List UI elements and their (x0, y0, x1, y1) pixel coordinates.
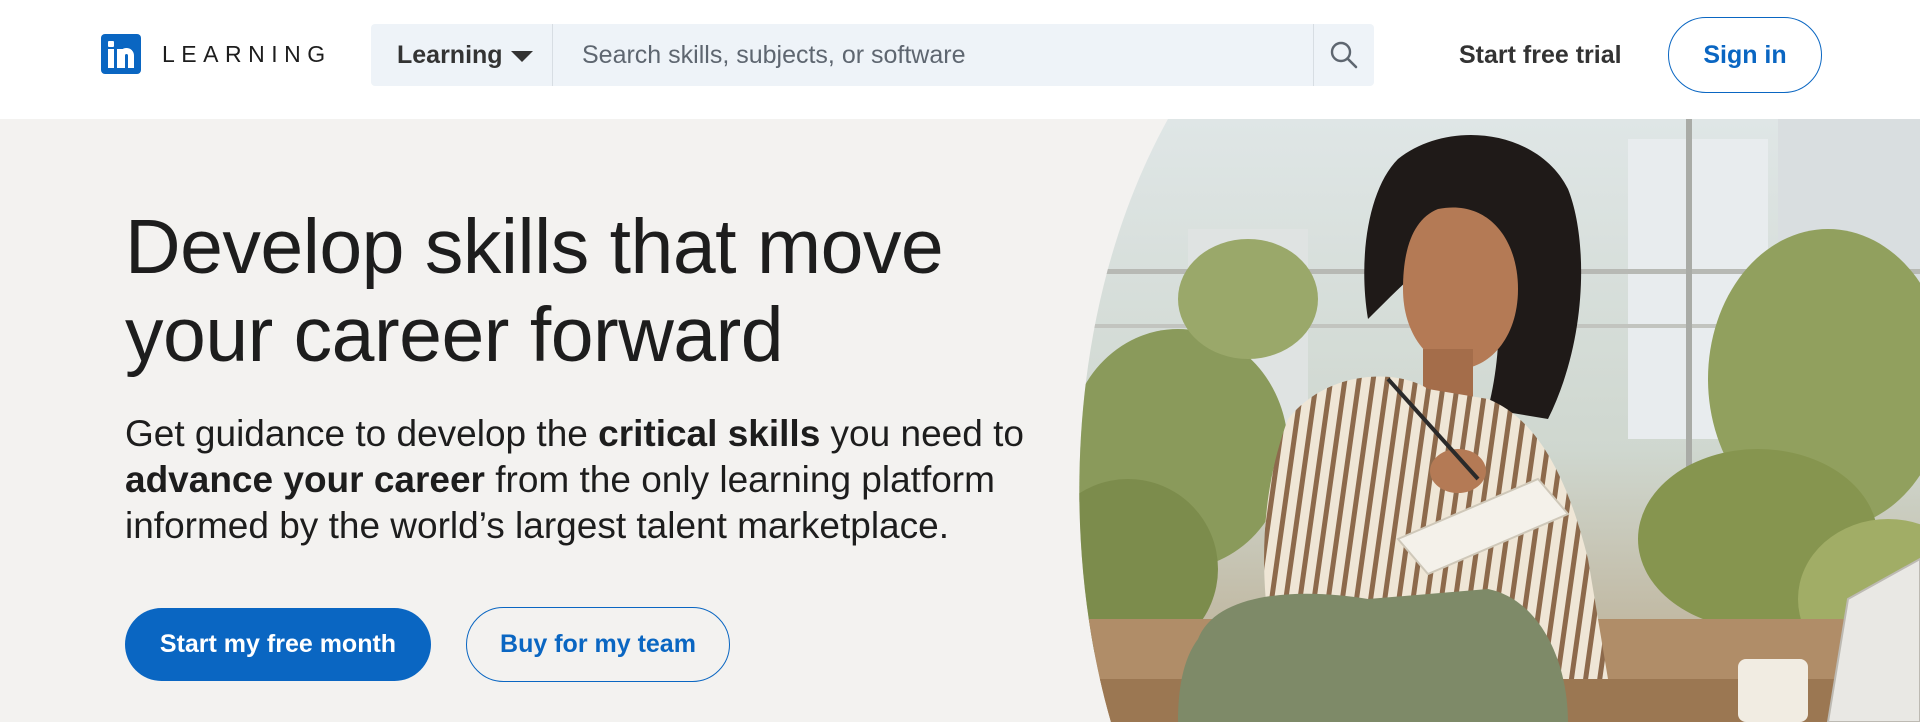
subtitle-emphasis: advance your career (125, 459, 485, 500)
buy-for-team-button[interactable]: Buy for my team (466, 607, 730, 682)
search-bar: Learning (371, 24, 1374, 86)
hero-title-line-2: your career forward (125, 292, 784, 378)
sign-in-button[interactable]: Sign in (1668, 17, 1822, 93)
caret-down-icon (510, 50, 533, 62)
linkedin-learning-logo[interactable]: LEARNING (101, 34, 332, 74)
hero-title-line-1: Develop skills that move (125, 204, 944, 290)
hero-section: Develop skills that move your career for… (0, 119, 1920, 722)
hero-title: Develop skills that move your career for… (125, 203, 1025, 379)
search-input[interactable] (553, 24, 1313, 86)
search-button[interactable] (1313, 24, 1374, 86)
hero-photo (1079, 119, 1920, 722)
start-free-trial-link[interactable]: Start free trial (1459, 39, 1622, 71)
site-header: LEARNING Learning Start free trial Sign … (0, 0, 1920, 119)
start-free-month-button[interactable]: Start my free month (125, 608, 431, 681)
search-icon (1330, 41, 1358, 69)
subtitle-text: Get guidance to develop the (125, 413, 599, 454)
hero-subtitle: Get guidance to develop the critical ski… (125, 411, 1025, 549)
subtitle-text: from the only learning platform (484, 459, 995, 500)
subtitle-text: informed by the world’s largest talent m… (125, 505, 949, 546)
linkedin-in-icon (101, 34, 141, 74)
logo-text: LEARNING (162, 40, 332, 67)
search-category-dropdown[interactable]: Learning (371, 24, 553, 86)
subtitle-emphasis: critical skills (598, 413, 821, 454)
subtitle-text: you need to (820, 413, 1024, 454)
search-category-label: Learning (397, 40, 503, 69)
